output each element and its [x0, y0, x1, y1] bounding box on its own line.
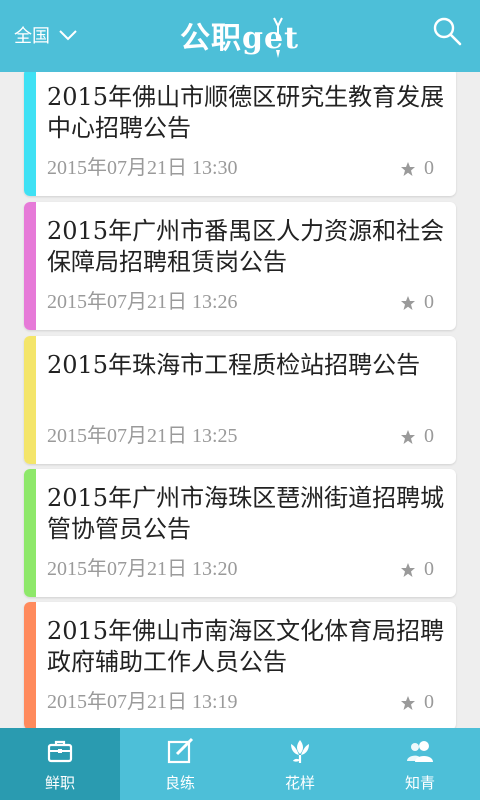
- star-icon: [401, 429, 415, 444]
- bottom-tab-bar: 鲜职 良练 花样 知青: [0, 728, 480, 800]
- card-stripe: [24, 72, 36, 196]
- favorite-count[interactable]: 0: [400, 558, 434, 581]
- star-icon: [401, 562, 415, 577]
- item-date: 2015年07月21日 13:26: [47, 291, 238, 313]
- item-date: 2015年07月21日 13:30: [47, 157, 238, 179]
- favorite-count-value: 0: [424, 691, 434, 713]
- logo-text: 公职get: [180, 21, 299, 56]
- star-icon: [401, 295, 415, 310]
- tab-label: 良练: [164, 773, 195, 792]
- favorite-count-value: 0: [424, 157, 434, 179]
- tab-lianglian[interactable]: 良练: [120, 728, 240, 800]
- region-label: 全国: [14, 26, 50, 47]
- card-stripe: [24, 469, 36, 597]
- favorite-count-value: 0: [424, 425, 434, 447]
- list-item[interactable]: 2015年广州市海珠区琶洲街道招聘城管协管员公告 2015年07月21日 13:…: [24, 469, 456, 597]
- item-date: 2015年07月21日 13:19: [47, 691, 238, 713]
- job-list: 2015年佛山市顺德区研究生教育发展中心招聘公告 2015年07月21日 13:…: [0, 72, 480, 728]
- search-button[interactable]: [432, 16, 462, 46]
- star-icon: [401, 161, 415, 176]
- favorite-count[interactable]: 0: [400, 291, 434, 314]
- favorite-count[interactable]: 0: [400, 157, 434, 180]
- favorite-count[interactable]: 0: [400, 691, 434, 714]
- card-stripe: [24, 602, 36, 728]
- item-title: 2015年广州市海珠区琶洲街道招聘城管协管员公告: [47, 484, 445, 543]
- search-icon: [433, 17, 462, 46]
- tab-huayang[interactable]: 花样: [240, 728, 360, 800]
- app-logo: 公职get: [178, 12, 308, 60]
- lotus-icon: [291, 739, 309, 763]
- favorite-count-value: 0: [424, 558, 434, 580]
- item-date: 2015年07月21日 13:20: [47, 558, 238, 580]
- star-icon: [401, 695, 415, 710]
- favorite-count-value: 0: [424, 291, 434, 313]
- edit-icon: [167, 737, 194, 763]
- item-title: 2015年佛山市顺德区研究生教育发展中心招聘公告: [47, 83, 445, 142]
- card-stripe: [24, 336, 36, 464]
- item-date: 2015年07月21日 13:25: [47, 425, 238, 447]
- tab-zhiqing[interactable]: 知青: [360, 728, 480, 800]
- card-stripe: [24, 202, 36, 330]
- top-app-bar: 全国 公职get: [0, 0, 480, 72]
- tab-label: 鲜职: [44, 773, 75, 792]
- tab-label: 知青: [404, 773, 435, 792]
- people-icon: [407, 740, 433, 762]
- favorite-count[interactable]: 0: [400, 425, 434, 448]
- tab-xianzhi[interactable]: 鲜职: [0, 728, 120, 800]
- list-item[interactable]: 2015年佛山市顺德区研究生教育发展中心招聘公告 2015年07月21日 13:…: [24, 72, 456, 196]
- item-title: 2015年广州市番禺区人力资源和社会保障局招聘租赁岗公告: [47, 217, 445, 276]
- region-selector[interactable]: 全国: [14, 20, 78, 50]
- list-item[interactable]: 2015年广州市番禺区人力资源和社会保障局招聘租赁岗公告 2015年07月21日…: [24, 202, 456, 330]
- list-item[interactable]: 2015年佛山市南海区文化体育局招聘政府辅助工作人员公告 2015年07月21日…: [24, 602, 456, 728]
- briefcase-icon: [47, 740, 73, 762]
- list-item[interactable]: 2015年珠海市工程质检站招聘公告 2015年07月21日 13:25 0: [24, 336, 456, 464]
- item-title: 2015年珠海市工程质检站招聘公告: [47, 351, 421, 379]
- tab-label: 花样: [284, 773, 315, 792]
- item-title: 2015年佛山市南海区文化体育局招聘政府辅助工作人员公告: [47, 617, 445, 676]
- chevron-down-icon: [59, 30, 77, 41]
